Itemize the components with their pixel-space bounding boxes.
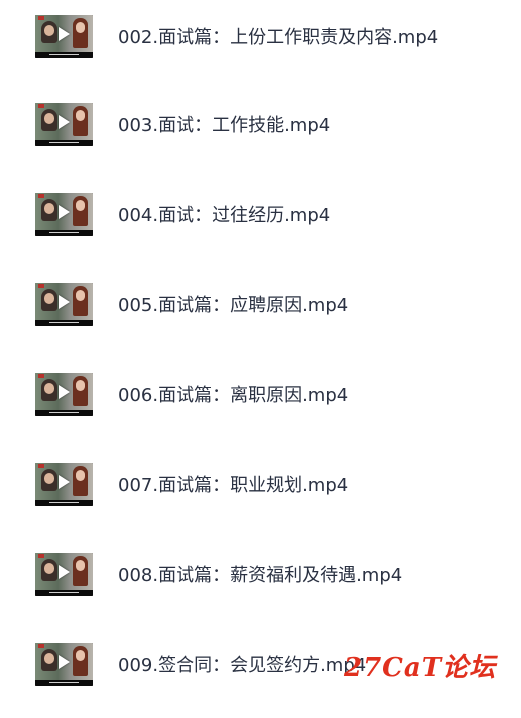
file-row[interactable]: 003.面试：工作技能.mp4 bbox=[0, 88, 521, 178]
file-name: 005.面试篇：应聘原因.mp4 bbox=[118, 295, 349, 316]
file-row[interactable]: 009.签合同：会见签约方.mp4 bbox=[0, 628, 521, 718]
file-list: 002.面试篇：上份工作职责及内容.mp4 003.面试：工作技能.mp4 00… bbox=[0, 0, 521, 709]
file-name: 004.面试：过往经历.mp4 bbox=[118, 205, 331, 226]
video-thumbnail-icon bbox=[35, 553, 93, 596]
file-name: 003.面试：工作技能.mp4 bbox=[118, 115, 331, 136]
play-icon bbox=[59, 115, 70, 129]
file-row[interactable]: 002.面试篇：上份工作职责及内容.mp4 bbox=[0, 0, 521, 90]
play-icon bbox=[59, 565, 70, 579]
video-thumbnail-icon bbox=[35, 643, 93, 686]
file-row[interactable]: 007.面试篇：职业规划.mp4 bbox=[0, 448, 521, 538]
play-icon bbox=[59, 27, 70, 41]
play-icon bbox=[59, 385, 70, 399]
file-row[interactable]: 008.面试篇：薪资福利及待遇.mp4 bbox=[0, 538, 521, 628]
play-icon bbox=[59, 475, 70, 489]
video-thumbnail-icon bbox=[35, 283, 93, 326]
video-thumbnail-icon bbox=[35, 193, 93, 236]
file-name: 007.面试篇：职业规划.mp4 bbox=[118, 475, 349, 496]
video-thumbnail-icon bbox=[35, 463, 93, 506]
file-row[interactable]: 004.面试：过往经历.mp4 bbox=[0, 178, 521, 268]
file-row[interactable]: 006.面试篇：离职原因.mp4 bbox=[0, 358, 521, 448]
video-thumbnail-icon bbox=[35, 15, 93, 58]
video-thumbnail-icon bbox=[35, 373, 93, 416]
file-name: 008.面试篇：薪资福利及待遇.mp4 bbox=[118, 565, 403, 586]
file-name: 006.面试篇：离职原因.mp4 bbox=[118, 385, 349, 406]
file-row[interactable]: 005.面试篇：应聘原因.mp4 bbox=[0, 268, 521, 358]
play-icon bbox=[59, 655, 70, 669]
file-name: 009.签合同：会见签约方.mp4 bbox=[118, 655, 367, 676]
file-name: 002.面试篇：上份工作职责及内容.mp4 bbox=[118, 27, 439, 48]
play-icon bbox=[59, 205, 70, 219]
video-thumbnail-icon bbox=[35, 103, 93, 146]
play-icon bbox=[59, 295, 70, 309]
